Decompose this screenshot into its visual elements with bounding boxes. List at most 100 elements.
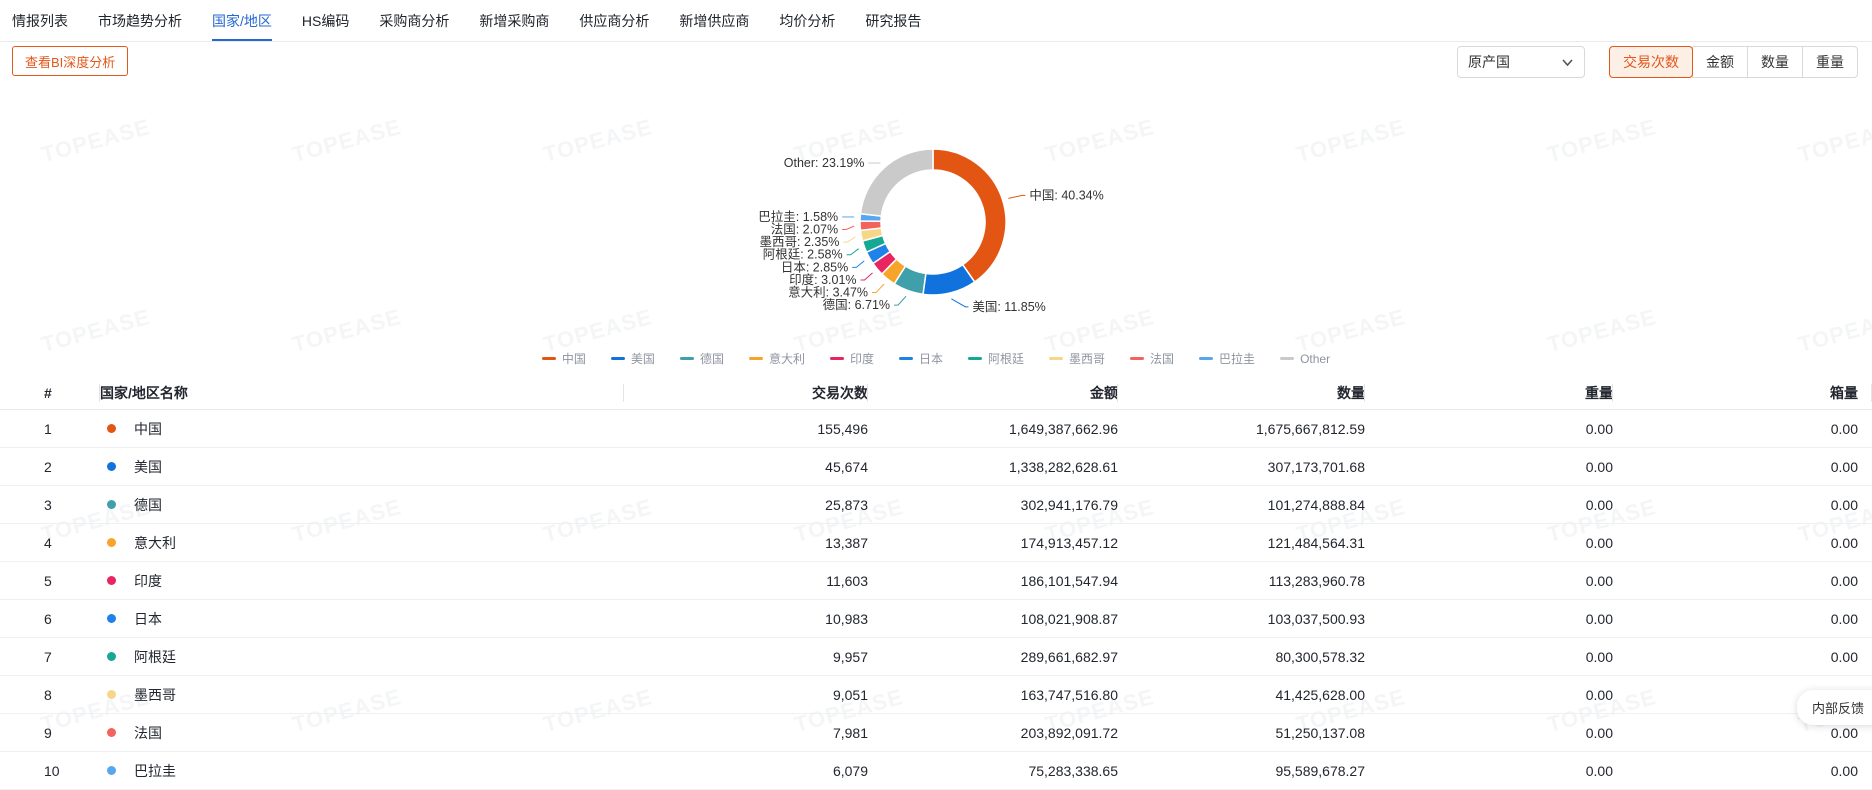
country-color-dot <box>107 614 116 623</box>
label-leader-line <box>847 249 859 255</box>
metric-button-交易次数[interactable]: 交易次数 <box>1609 46 1693 78</box>
cell-weight: 0.00 <box>1365 535 1613 551</box>
cell-quantity: 121,484,564.31 <box>1118 535 1365 551</box>
legend-item-美国[interactable]: 美国 <box>611 350 655 367</box>
internal-feedback-tab[interactable]: 内部反馈 <box>1797 690 1872 725</box>
cell-boxes: 0.00 <box>1613 725 1872 741</box>
cell-weight: 0.00 <box>1365 763 1613 779</box>
legend-color-dash <box>611 357 625 360</box>
legend-item-法国[interactable]: 法国 <box>1130 350 1174 367</box>
cell-country-name: 日本 <box>100 609 624 629</box>
cell-amount: 302,941,176.79 <box>868 497 1118 513</box>
legend-color-dash <box>830 357 844 360</box>
nav-tab-研究报告[interactable]: 研究报告 <box>865 0 921 41</box>
legend-color-dash <box>542 357 556 360</box>
cell-country-name: 美国 <box>100 457 624 477</box>
cell-rank: 5 <box>0 573 100 589</box>
pie-slice-法国[interactable] <box>860 221 881 230</box>
cell-weight: 0.00 <box>1365 459 1613 475</box>
cell-boxes: 0.00 <box>1613 649 1872 665</box>
cell-quantity: 1,675,667,812.59 <box>1118 421 1365 437</box>
cell-country-name: 中国 <box>100 419 624 439</box>
cell-trades: 11,603 <box>624 573 868 589</box>
nav-tab-供应商分析[interactable]: 供应商分析 <box>579 0 649 41</box>
column-header-数量: 数量 <box>1118 376 1365 409</box>
pie-label-德国: 德国: 6.71% <box>823 297 890 312</box>
label-leader-line <box>872 284 884 293</box>
cell-boxes: 0.00 <box>1613 573 1872 589</box>
pie-label-美国: 美国: 11.85% <box>972 300 1045 314</box>
legend-item-日本[interactable]: 日本 <box>899 350 943 367</box>
cell-amount: 1,649,387,662.96 <box>868 421 1118 437</box>
label-leader-line <box>1008 195 1025 198</box>
origin-country-select-value: 原产国 <box>1468 52 1510 72</box>
country-color-dot <box>107 424 116 433</box>
table-row: 4意大利13,387174,913,457.12121,484,564.310.… <box>0 524 1872 562</box>
legend-item-Other[interactable]: Other <box>1280 352 1330 366</box>
metric-button-重量[interactable]: 重量 <box>1802 46 1858 78</box>
cell-quantity: 113,283,960.78 <box>1118 573 1365 589</box>
cell-rank: 10 <box>0 763 100 779</box>
label-leader-line <box>861 273 873 280</box>
legend-item-中国[interactable]: 中国 <box>542 350 586 367</box>
nav-tab-HS编码[interactable]: HS编码 <box>302 0 349 41</box>
legend-color-dash <box>899 357 913 360</box>
label-leader-line <box>852 261 864 267</box>
legend-label: 墨西哥 <box>1069 350 1105 367</box>
nav-tab-新增供应商[interactable]: 新增供应商 <box>679 0 749 41</box>
legend-item-墨西哥[interactable]: 墨西哥 <box>1049 350 1105 367</box>
cell-boxes: 0.00 <box>1613 497 1872 513</box>
legend-item-德国[interactable]: 德国 <box>680 350 724 367</box>
nav-tab-采购商分析[interactable]: 采购商分析 <box>379 0 449 41</box>
legend-color-dash <box>1049 357 1063 360</box>
country-name-label: 美国 <box>134 457 162 477</box>
legend-label: 阿根廷 <box>988 350 1024 367</box>
cell-trades: 13,387 <box>624 535 868 551</box>
nav-tab-情报列表[interactable]: 情报列表 <box>12 0 68 41</box>
cell-boxes: 0.00 <box>1613 421 1872 437</box>
column-header-#: # <box>0 376 100 409</box>
country-name-label: 巴拉圭 <box>134 761 176 781</box>
cell-quantity: 80,300,578.32 <box>1118 649 1365 665</box>
country-name-label: 墨西哥 <box>134 685 176 705</box>
cell-boxes: 0.00 <box>1613 535 1872 551</box>
legend-color-dash <box>1280 357 1294 360</box>
country-color-dot <box>107 728 116 737</box>
metric-toggle-group: 交易次数金额数量重量 <box>1609 46 1858 78</box>
pie-slice-Other[interactable] <box>860 149 933 216</box>
cell-country-name: 巴拉圭 <box>100 761 624 781</box>
cell-boxes: 0.00 <box>1613 459 1872 475</box>
nav-tab-市场趋势分析[interactable]: 市场趋势分析 <box>98 0 182 41</box>
cell-amount: 163,747,516.80 <box>868 687 1118 703</box>
country-color-dot <box>107 538 116 547</box>
cell-trades: 25,873 <box>624 497 868 513</box>
cell-trades: 6,079 <box>624 763 868 779</box>
chart-controls: 原产国 交易次数金额数量重量 <box>1457 46 1858 78</box>
nav-tab-国家/地区[interactable]: 国家/地区 <box>212 0 272 41</box>
origin-country-select[interactable]: 原产国 <box>1457 46 1585 78</box>
country-color-dot <box>107 500 116 509</box>
country-name-label: 日本 <box>134 609 162 629</box>
chart-legend: 中国 美国 德国 意大利 印度 日本 阿根廷 墨西哥 法国 巴拉圭 Other <box>0 350 1872 367</box>
metric-button-数量[interactable]: 数量 <box>1747 46 1803 78</box>
bi-deep-analysis-button[interactable]: 查看BI深度分析 <box>12 46 128 76</box>
nav-tab-新增采购商[interactable]: 新增采购商 <box>479 0 549 41</box>
legend-item-巴拉圭[interactable]: 巴拉圭 <box>1199 350 1255 367</box>
table-header: #国家/地区名称交易次数金额数量重量箱量 <box>0 376 1872 410</box>
metric-button-金额[interactable]: 金额 <box>1692 46 1748 78</box>
cell-rank: 1 <box>0 421 100 437</box>
cell-country-name: 印度 <box>100 571 624 591</box>
cell-trades: 7,981 <box>624 725 868 741</box>
cell-weight: 0.00 <box>1365 649 1613 665</box>
pie-slice-中国[interactable] <box>933 149 1006 282</box>
cell-amount: 186,101,547.94 <box>868 573 1118 589</box>
cell-quantity: 103,037,500.93 <box>1118 611 1365 627</box>
legend-item-印度[interactable]: 印度 <box>830 350 874 367</box>
cell-rank: 4 <box>0 535 100 551</box>
cell-weight: 0.00 <box>1365 497 1613 513</box>
nav-tab-均价分析[interactable]: 均价分析 <box>779 0 835 41</box>
cell-rank: 7 <box>0 649 100 665</box>
legend-item-阿根廷[interactable]: 阿根廷 <box>968 350 1024 367</box>
legend-color-dash <box>680 357 694 360</box>
legend-item-意大利[interactable]: 意大利 <box>749 350 805 367</box>
